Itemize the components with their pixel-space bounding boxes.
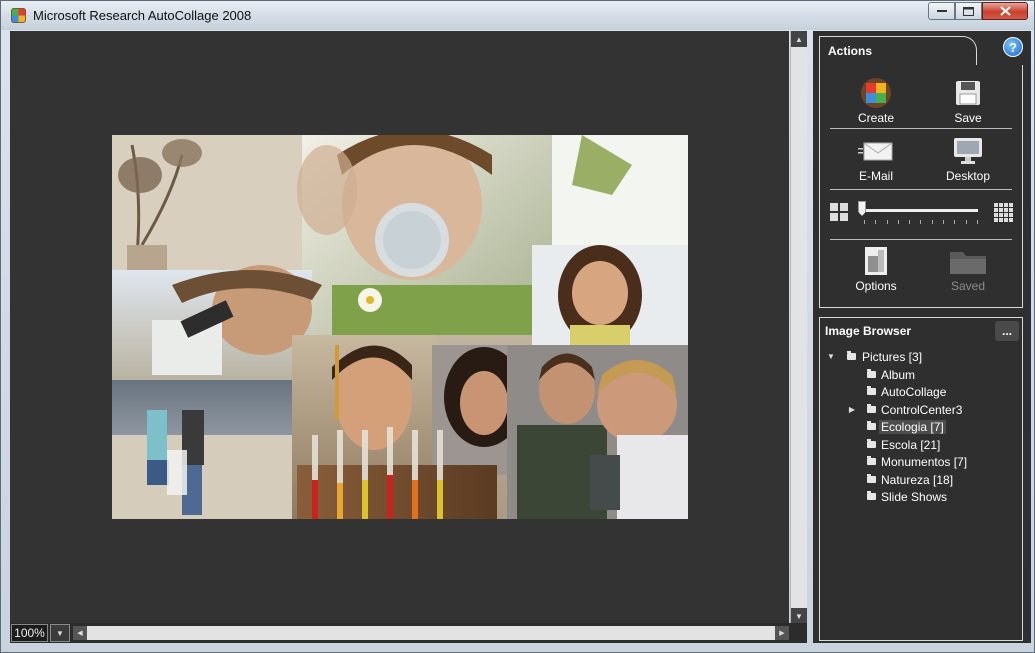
tree-node-label: Natureza [18]: [881, 472, 954, 487]
actions-panel: Create Save E-Mail Desktop Options Saved: [819, 65, 1023, 308]
scroll-up-arrow-icon[interactable]: ▲: [791, 31, 807, 47]
save-label: Save: [954, 111, 982, 125]
create-button[interactable]: Create: [834, 77, 918, 125]
folder-icon: [867, 403, 876, 413]
email-label: E-Mail: [858, 169, 893, 183]
tree-node-label: Slide Shows: [881, 490, 948, 504]
horizontal-scrollbar[interactable]: ◀ ▶: [73, 626, 789, 640]
tree-node-label: Escola [21]: [881, 437, 941, 452]
create-label: Create: [857, 111, 895, 125]
saved-folder-button[interactable]: Saved: [926, 245, 1010, 293]
folder-icon: [867, 368, 876, 378]
image-count-slider-track[interactable]: [860, 209, 978, 212]
actions-row-1: Create Save: [830, 77, 1014, 125]
tree-node-album[interactable]: Album: [820, 367, 1022, 385]
close-icon: [999, 6, 1011, 16]
saved-label: Saved: [950, 279, 986, 293]
close-button[interactable]: [982, 2, 1028, 20]
collapsed-arrow-icon[interactable]: ▶: [847, 405, 857, 415]
folder-icon: [926, 245, 1010, 277]
monitor-icon: [926, 135, 1010, 167]
actions-divider: [830, 239, 1012, 240]
folder-icon: [867, 438, 876, 448]
image-count-slider-row: [830, 201, 1014, 229]
slider-ticks: [864, 220, 978, 224]
folder-icon: [867, 473, 876, 483]
create-collage-icon: [834, 77, 918, 109]
tree-node-monumentos[interactable]: Monumentos [7]: [820, 454, 1022, 472]
tree-node-label: ControlCenter3: [881, 402, 963, 417]
tree-node-label: Album: [881, 367, 916, 382]
scroll-right-arrow-icon[interactable]: ▶: [775, 626, 789, 640]
app-window: Microsoft Research AutoCollage 2008 ▲ ▼ …: [0, 0, 1035, 653]
desktop-label: Desktop: [945, 169, 991, 183]
image-count-slider-thumb[interactable]: [858, 201, 866, 216]
maximize-button[interactable]: [955, 2, 982, 20]
more-images-grid-icon[interactable]: [994, 203, 1014, 223]
actions-row-2: E-Mail Desktop: [830, 135, 1014, 183]
scroll-left-arrow-icon[interactable]: ◀: [73, 626, 87, 640]
image-browser-panel: Image Browser ... ▼ Pictures [3] Album A…: [819, 317, 1023, 641]
image-browser-more-button[interactable]: ...: [995, 321, 1019, 341]
tree-node-label: Pictures [3]: [862, 350, 923, 364]
folder-icon: [867, 421, 876, 430]
image-browser-title: Image Browser: [825, 324, 912, 338]
tree-node-label: Ecologia [7]: [879, 420, 946, 434]
folder-icon: [867, 456, 876, 465]
side-panel: Actions ? Create Save E-Mail Desktop Opt…: [813, 31, 1031, 643]
help-button[interactable]: ?: [1003, 37, 1023, 57]
maximize-icon: [963, 6, 974, 16]
email-envelope-icon: [834, 135, 918, 167]
minimize-icon: [936, 10, 947, 12]
minimize-button[interactable]: [928, 2, 955, 20]
folder-icon: [867, 491, 876, 500]
scroll-down-arrow-icon[interactable]: ▼: [791, 608, 807, 624]
tree-node-ecologia[interactable]: Ecologia [7]: [820, 419, 1022, 437]
tree-node-escola[interactable]: Escola [21]: [820, 437, 1022, 455]
tree-node-natureza[interactable]: Natureza [18]: [820, 472, 1022, 490]
tree-node-controlcenter3[interactable]: ▶ ControlCenter3: [820, 402, 1022, 420]
actions-panel-title: Actions: [819, 36, 977, 66]
zoom-level[interactable]: 100%: [11, 624, 48, 642]
tree-node-label: AutoCollage: [881, 385, 947, 399]
folder-tree: ▼ Pictures [3] Album AutoCollage ▶ Contr…: [820, 349, 1022, 507]
save-button[interactable]: Save: [926, 77, 1010, 125]
folder-icon: [867, 386, 876, 395]
floppy-disk-icon: [926, 77, 1010, 109]
zoom-dropdown-chevron-icon[interactable]: ▼: [50, 624, 70, 642]
desktop-button[interactable]: Desktop: [926, 135, 1010, 183]
email-button[interactable]: E-Mail: [834, 135, 918, 183]
collage-artwork: [112, 135, 688, 519]
tree-node-label: Monumentos [7]: [881, 455, 968, 469]
options-button[interactable]: Options: [834, 245, 918, 293]
tree-node-pictures[interactable]: ▼ Pictures [3]: [820, 349, 1022, 367]
actions-row-3: Options Saved: [830, 245, 1014, 293]
actions-divider: [830, 128, 1012, 129]
window-title: Microsoft Research AutoCollage 2008: [33, 8, 252, 23]
options-label: Options: [855, 279, 897, 293]
vertical-scrollbar[interactable]: ▲ ▼: [790, 31, 807, 624]
folder-icon: [847, 351, 856, 360]
tree-node-autocollage[interactable]: AutoCollage: [820, 384, 1022, 402]
autocollage-app-icon[interactable]: [11, 8, 26, 23]
caption-buttons: [928, 2, 1028, 22]
collage-image[interactable]: [112, 135, 688, 519]
actions-divider: [830, 189, 1012, 190]
expanded-arrow-icon[interactable]: ▼: [826, 352, 836, 362]
collage-canvas[interactable]: [10, 31, 789, 623]
canvas-footer: 100% ▼ ◀ ▶: [10, 623, 807, 643]
options-page-icon: [834, 245, 918, 277]
fewer-images-grid-icon[interactable]: [830, 203, 848, 221]
title-bar[interactable]: Microsoft Research AutoCollage 2008: [1, 1, 1034, 30]
tree-node-slide-shows[interactable]: Slide Shows: [820, 489, 1022, 507]
